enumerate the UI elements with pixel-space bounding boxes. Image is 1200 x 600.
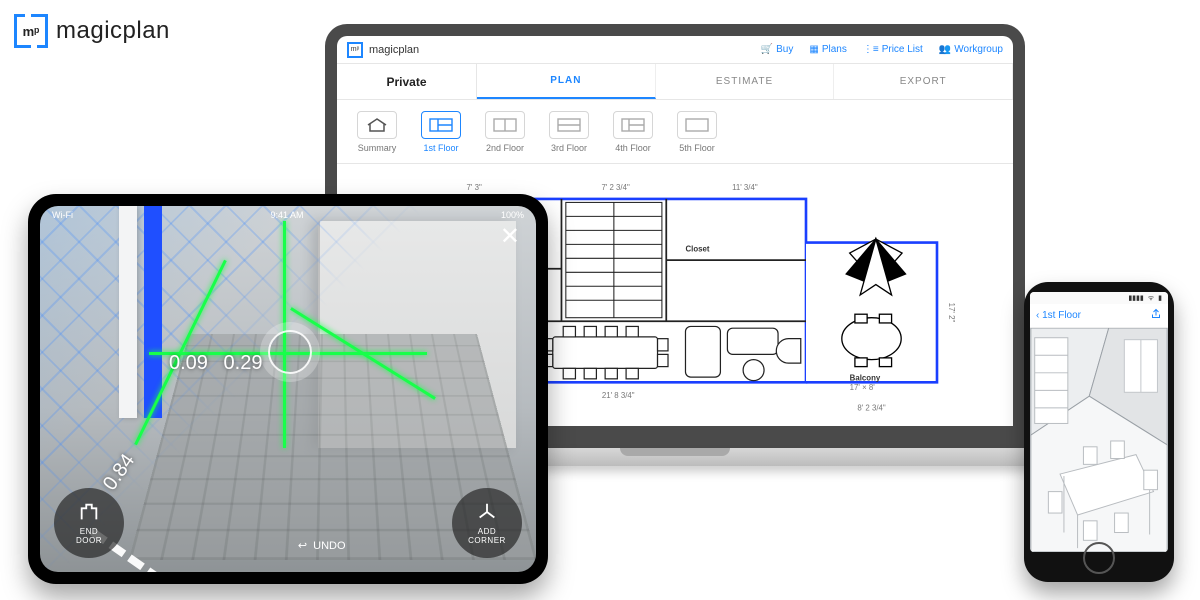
back-button[interactable]: ‹ 1st Floor	[1036, 310, 1081, 321]
status-time: 9:41 AM	[270, 210, 303, 220]
undo-button[interactable]: ↩ UNDO	[298, 539, 346, 552]
status-network: Wi-Fi	[52, 210, 73, 220]
phone-nav-bar: ‹ 1st Floor	[1030, 304, 1168, 328]
floor-5[interactable]: 5th Floor	[671, 111, 723, 153]
svg-text:21' 8 3/4": 21' 8 3/4"	[602, 391, 635, 400]
header-link-label: Price List	[882, 44, 923, 55]
tab-plan[interactable]: PLAN	[477, 64, 656, 99]
plans-icon: ▦	[809, 44, 818, 55]
ar-capture-screen[interactable]: 0.09 0.29 0.84 Wi-Fi 9:41 AM 100% ✕ END …	[40, 206, 536, 572]
floor-label: 5th Floor	[679, 143, 715, 153]
header-link-label: Plans	[822, 44, 847, 55]
tabs-row: Private PLAN ESTIMATE EXPORT	[337, 64, 1013, 100]
header-link-plans[interactable]: ▦ Plans	[809, 44, 846, 55]
wall-edge	[119, 206, 137, 418]
svg-text:11' 3/4": 11' 3/4"	[732, 183, 758, 192]
wifi-icon: ᯤ	[1148, 294, 1154, 303]
header-link-workgroup[interactable]: 👥 Workgroup	[939, 44, 1003, 55]
header-link-pricelist[interactable]: ⋮≡ Price List	[863, 44, 923, 55]
header-link-label: Buy	[776, 44, 793, 55]
phone-status-bar: ▮▮▮▮ ᯤ ▮	[1030, 292, 1168, 304]
svg-text:Balcony: Balcony	[850, 374, 881, 383]
corner-icon	[476, 501, 498, 523]
brand-mark-icon: mᵖ	[14, 14, 48, 48]
floor-summary[interactable]: Summary	[351, 111, 403, 153]
phone-3d-view[interactable]	[1030, 328, 1168, 552]
phone-device: ▮▮▮▮ ᯤ ▮ ‹ 1st Floor	[1024, 282, 1174, 582]
floor-label: Summary	[358, 143, 397, 153]
door-icon	[78, 501, 100, 523]
close-button[interactable]: ✕	[500, 222, 520, 251]
app-name: magicplan	[369, 44, 419, 56]
brand-name: magicplan	[56, 17, 170, 45]
brand-logo: mᵖ magicplan	[14, 14, 170, 48]
tablet-status-bar: Wi-Fi 9:41 AM 100%	[40, 206, 536, 224]
battery-icon: ▮	[1158, 294, 1162, 302]
header-link-label: Workgroup	[954, 44, 1003, 55]
share-icon	[1150, 308, 1162, 320]
project-scope-label[interactable]: Private	[337, 64, 477, 99]
add-corner-button[interactable]: ADD CORNER	[452, 488, 522, 558]
room-3d-render	[1030, 328, 1168, 552]
floor-1[interactable]: 1st Floor	[415, 111, 467, 153]
floor-label: 1st Floor	[423, 143, 458, 153]
share-button[interactable]	[1150, 308, 1162, 323]
svg-text:17' 2": 17' 2"	[947, 303, 956, 323]
floor-label: 3rd Floor	[551, 143, 587, 153]
group-icon: 👥	[939, 44, 951, 55]
floor-2[interactable]: 2nd Floor	[479, 111, 531, 153]
price-icon: ⋮≡	[863, 44, 879, 55]
svg-text:Closet: Closet	[685, 244, 709, 253]
back-label: 1st Floor	[1042, 310, 1081, 321]
floor-label: 2nd Floor	[486, 143, 524, 153]
app-header: mᵖ magicplan 🛒 Buy ▦ Plans ⋮≡ Price List…	[337, 36, 1013, 64]
tab-export[interactable]: EXPORT	[834, 64, 1013, 99]
tab-estimate[interactable]: ESTIMATE	[656, 64, 835, 99]
floor-4[interactable]: 4th Floor	[607, 111, 659, 153]
undo-icon: ↩	[298, 539, 307, 552]
svg-text:8' 2 3/4": 8' 2 3/4"	[857, 403, 886, 412]
button-label: END DOOR	[76, 527, 102, 545]
button-label: UNDO	[313, 540, 345, 552]
ar-wall-marker	[144, 206, 162, 418]
measure-value-1: 0.09	[169, 352, 208, 375]
svg-text:7' 2 3/4": 7' 2 3/4"	[601, 183, 630, 192]
signal-icon: ▮▮▮▮	[1128, 294, 1143, 302]
svg-text:7' 3": 7' 3"	[467, 183, 482, 192]
status-battery: 100%	[501, 210, 524, 220]
floor-3[interactable]: 3rd Floor	[543, 111, 595, 153]
cart-icon: 🛒	[761, 44, 773, 55]
header-link-buy[interactable]: 🛒 Buy	[761, 44, 794, 55]
tablet-device: 0.09 0.29 0.84 Wi-Fi 9:41 AM 100% ✕ END …	[28, 194, 548, 584]
button-label: ADD CORNER	[468, 527, 506, 545]
end-door-button[interactable]: END DOOR	[54, 488, 124, 558]
floor-selector: Summary 1st Floor 2nd Floor 3rd Floor 4t…	[337, 100, 1013, 164]
phone-screen: ▮▮▮▮ ᯤ ▮ ‹ 1st Floor	[1030, 292, 1168, 552]
svg-text:17' × 8': 17' × 8'	[850, 383, 876, 392]
floor-label: 4th Floor	[615, 143, 651, 153]
measure-value-2: 0.29	[224, 352, 263, 375]
app-logo-icon: mᵖ	[347, 42, 363, 58]
